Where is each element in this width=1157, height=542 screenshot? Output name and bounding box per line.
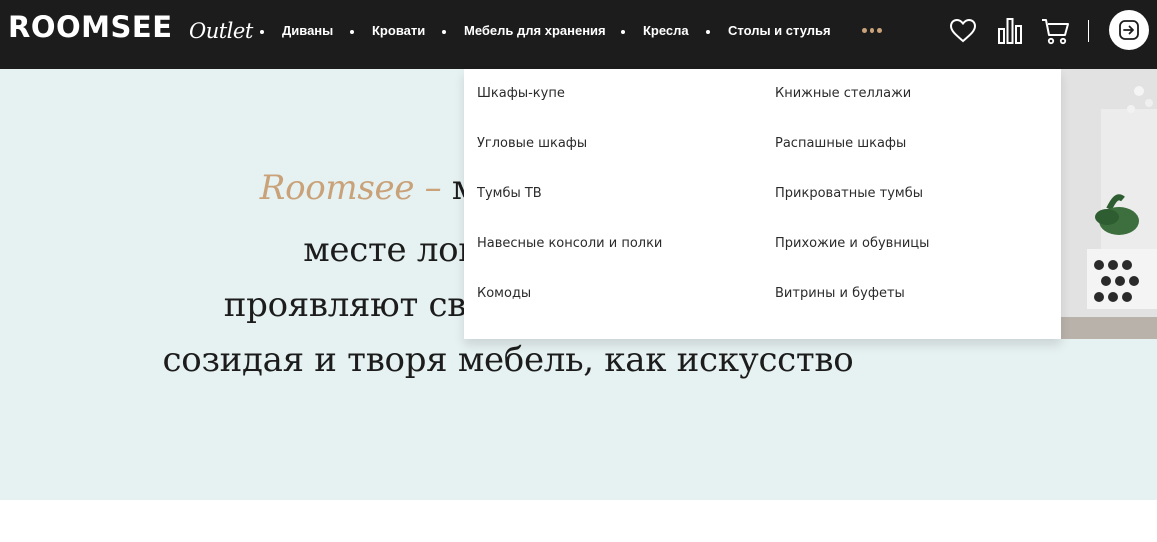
heart-icon[interactable] bbox=[948, 16, 978, 46]
header-divider bbox=[1088, 20, 1089, 42]
nav-item-tables-chairs[interactable]: Столы и стулья bbox=[728, 22, 831, 40]
nav-separator bbox=[350, 30, 354, 34]
login-button[interactable] bbox=[1109, 10, 1149, 50]
nav-item-armchairs[interactable]: Кресла bbox=[643, 22, 689, 40]
dropdown-item-showcases[interactable]: Витрины и буфеты bbox=[775, 285, 905, 303]
hero-photo bbox=[1061, 69, 1157, 339]
nav-separator bbox=[260, 30, 264, 34]
storage-dropdown-menu: Шкафы-купе Угловые шкафы Тумбы ТВ Навесн… bbox=[464, 69, 1061, 339]
dropdown-item-bookshelves[interactable]: Книжные стеллажи bbox=[775, 85, 911, 103]
top-header: ROOMSEE Outlet Диваны Кровати Мебель для… bbox=[0, 0, 1157, 69]
compare-icon[interactable] bbox=[996, 16, 1026, 46]
dropdown-item-wardrobes-coupe[interactable]: Шкафы-купе bbox=[477, 85, 565, 103]
dropdown-item-hallways[interactable]: Прихожие и обувницы bbox=[775, 235, 929, 253]
nav-outlet[interactable]: Outlet bbox=[189, 17, 253, 45]
more-menu-icon[interactable] bbox=[862, 28, 883, 34]
nav-item-beds[interactable]: Кровати bbox=[372, 22, 425, 40]
dropdown-item-wall-consoles[interactable]: Навесные консоли и полки bbox=[477, 235, 662, 253]
nav-item-storage[interactable]: Мебель для хранения bbox=[464, 22, 606, 40]
dropdown-item-nightstands[interactable]: Прикроватные тумбы bbox=[775, 185, 923, 203]
hero-line-4: созидая и творя мебель, как искусство bbox=[8, 338, 1008, 382]
nav-separator bbox=[706, 30, 710, 34]
cart-icon[interactable] bbox=[1040, 16, 1070, 46]
dropdown-item-tv-stands[interactable]: Тумбы ТВ bbox=[477, 185, 542, 203]
dropdown-item-corner-wardrobes[interactable]: Угловые шкафы bbox=[477, 135, 587, 153]
dropdown-item-dressers[interactable]: Комоды bbox=[477, 285, 531, 303]
nav-item-sofas[interactable]: Диваны bbox=[282, 22, 333, 40]
logo[interactable]: ROOMSEE bbox=[8, 11, 173, 43]
dropdown-item-swing-wardrobes[interactable]: Распашные шкафы bbox=[775, 135, 906, 153]
hero-line-4-text: созидая и творя мебель, как искусство bbox=[162, 340, 854, 380]
nav-separator bbox=[621, 30, 625, 34]
login-icon bbox=[1119, 20, 1139, 40]
hero-brand: Roomsee – bbox=[259, 168, 442, 208]
nav-separator bbox=[442, 30, 446, 34]
